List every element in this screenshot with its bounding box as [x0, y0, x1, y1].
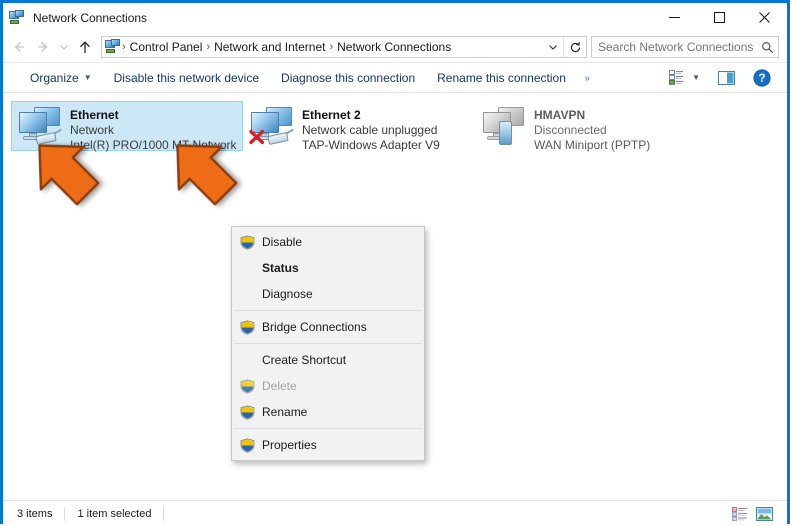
svg-text:?: ? [758, 73, 765, 85]
connection-name: Ethernet 2 [302, 108, 440, 123]
recent-locations-button[interactable] [55, 35, 73, 59]
status-bar: 3 items 1 item selected [3, 500, 787, 526]
status-divider [64, 507, 65, 521]
menu-item-rename[interactable]: Rename [232, 399, 424, 425]
toolbar-overflow-button[interactable]: » [577, 73, 599, 83]
forward-button[interactable] [31, 35, 55, 59]
diagnose-connection-button[interactable]: Diagnose this connection [270, 67, 426, 89]
help-button[interactable]: ? [749, 67, 775, 89]
network-connections-window: Network Connections [0, 0, 790, 524]
connection-name: HMAVPN [534, 108, 650, 123]
vpn-adapter-icon [480, 105, 528, 149]
large-icons-view-button[interactable] [753, 504, 775, 524]
chevron-down-icon: ▼ [84, 67, 92, 89]
connections-items: Ethernet Network Intel(R) PRO/1000 MT Ne… [3, 93, 787, 151]
chevron-down-icon: ▼ [692, 73, 700, 82]
menu-item-create-shortcut[interactable]: Create Shortcut [232, 347, 424, 373]
menu-item-label: Disable [262, 235, 302, 249]
organize-label: Organize [30, 71, 79, 85]
connection-text: Ethernet 2 Network cable unplugged TAP-W… [302, 105, 440, 153]
close-button[interactable] [742, 3, 787, 32]
rename-connection-button[interactable]: Rename this connection [426, 67, 577, 89]
menu-item-diagnose[interactable]: Diagnose [232, 281, 424, 307]
connection-status: Disconnected [534, 123, 650, 138]
window-controls [652, 3, 787, 32]
menu-item-label: Properties [262, 438, 317, 452]
breadcrumb-network-connections[interactable]: Network Connections [334, 40, 454, 54]
ethernet-adapter-unplugged-icon [248, 105, 296, 149]
menu-item-label: Bridge Connections [262, 320, 367, 334]
search-box[interactable] [591, 36, 779, 58]
selection-label: 1 item selected [77, 508, 151, 520]
connection-item-ethernet[interactable]: Ethernet Network Intel(R) PRO/1000 MT Ne… [11, 101, 243, 151]
connection-status: Network cable unplugged [302, 123, 440, 138]
status-divider [163, 507, 164, 521]
ethernet-adapter-icon [16, 105, 64, 149]
breadcrumb-network-and-internet[interactable]: Network and Internet [211, 40, 328, 54]
minimize-button[interactable] [652, 3, 697, 32]
connection-text: Ethernet Network Intel(R) PRO/1000 MT Ne… [70, 105, 240, 153]
address-location-icon [105, 39, 121, 55]
connection-item-ethernet-2[interactable]: Ethernet 2 Network cable unplugged TAP-W… [243, 101, 475, 151]
connection-device: WAN Miniport (PPTP) [534, 138, 650, 153]
menu-item-properties[interactable]: Properties [232, 432, 424, 458]
menu-item-label: Rename [262, 405, 307, 419]
connection-device: TAP-Windows Adapter V9 [302, 138, 440, 153]
title-bar: Network Connections [3, 3, 787, 32]
search-icon[interactable] [756, 37, 778, 57]
window-title: Network Connections [33, 11, 147, 25]
connection-status: Network [70, 123, 240, 138]
menu-item-label: Diagnose [262, 287, 313, 301]
menu-separator [234, 428, 422, 429]
back-button[interactable] [7, 35, 31, 59]
menu-item-label: Create Shortcut [262, 353, 346, 367]
search-input[interactable] [592, 39, 756, 55]
network-connections-icon [9, 10, 25, 26]
menu-item-bridge-connections[interactable]: Bridge Connections [232, 314, 424, 340]
uac-shield-icon [236, 434, 258, 456]
menu-separator [234, 310, 422, 311]
disable-network-device-button[interactable]: Disable this network device [103, 67, 270, 89]
toolbar-right-group: ▼ ? [665, 67, 787, 89]
menu-icon-placeholder [236, 257, 258, 279]
menu-icon-placeholder [236, 349, 258, 371]
unplugged-error-icon [249, 129, 265, 145]
connection-item-hmavpn[interactable]: HMAVPN Disconnected WAN Miniport (PPTP) [475, 101, 707, 151]
uac-shield-icon [236, 401, 258, 423]
address-bar-row: › Control Panel › Network and Internet ›… [3, 32, 787, 62]
item-count-label: 3 items [17, 508, 52, 520]
menu-item-label: Delete [262, 379, 297, 393]
menu-item-disable[interactable]: Disable [232, 229, 424, 255]
menu-item-label: Status [262, 261, 299, 275]
organize-button[interactable]: Organize ▼ [19, 67, 103, 89]
connections-list-view: Ethernet Network Intel(R) PRO/1000 MT Ne… [3, 93, 787, 500]
status-view-buttons [727, 504, 787, 524]
uac-shield-icon [236, 316, 258, 338]
menu-item-delete: Delete [232, 373, 424, 399]
uac-shield-icon [236, 375, 258, 397]
connection-device: Intel(R) PRO/1000 MT Network C... [70, 138, 240, 153]
maximize-button[interactable] [697, 3, 742, 32]
uac-shield-icon [236, 231, 258, 253]
context-menu: Disable Status Diagnose [231, 226, 425, 461]
breadcrumb-control-panel[interactable]: Control Panel [127, 40, 206, 54]
address-bar[interactable]: › Control Panel › Network and Internet ›… [101, 36, 587, 58]
connection-name: Ethernet [70, 108, 240, 123]
menu-separator [234, 343, 422, 344]
up-button[interactable] [73, 35, 97, 59]
preview-pane-button[interactable] [714, 67, 739, 89]
change-view-button[interactable]: ▼ [665, 67, 704, 89]
menu-item-status[interactable]: Status [232, 255, 424, 281]
refresh-button[interactable] [563, 37, 586, 57]
chevron-down-icon[interactable] [543, 37, 563, 57]
menu-icon-placeholder [236, 283, 258, 305]
command-toolbar: Organize ▼ Disable this network device Di… [3, 62, 787, 93]
details-view-button[interactable] [729, 504, 751, 524]
connection-text: HMAVPN Disconnected WAN Miniport (PPTP) [534, 105, 650, 153]
